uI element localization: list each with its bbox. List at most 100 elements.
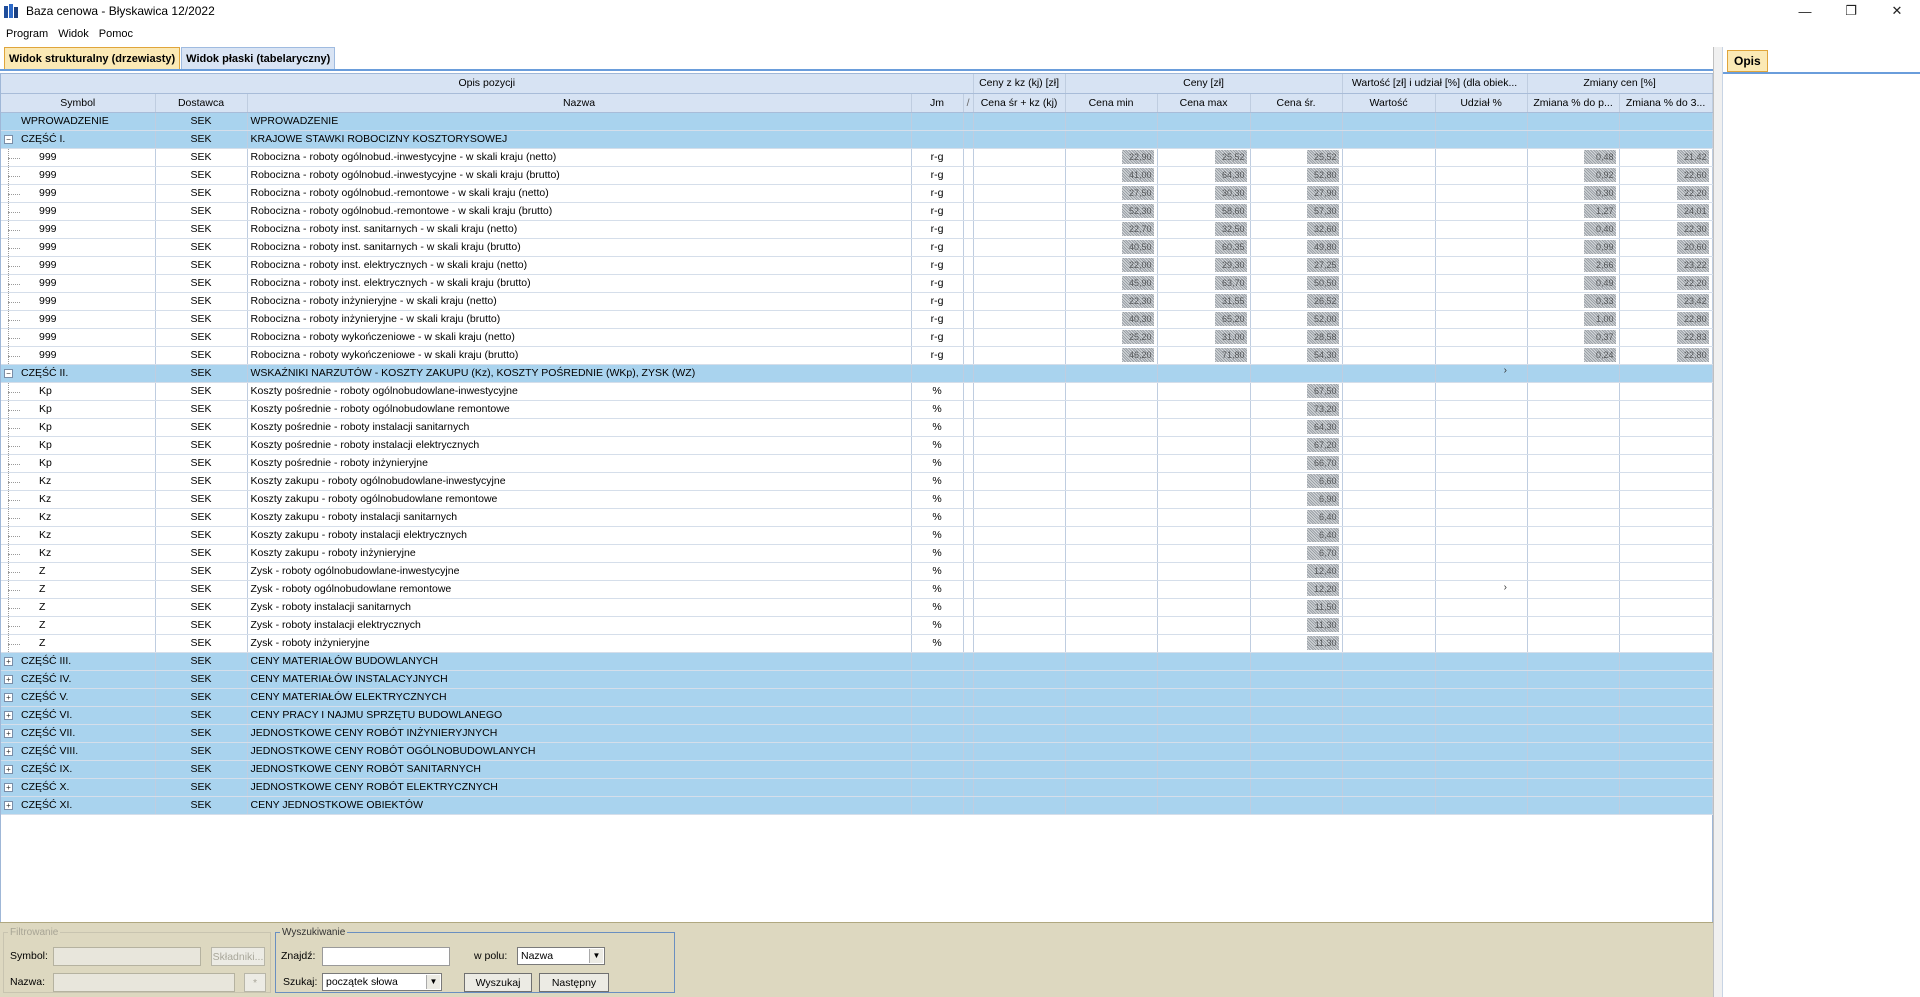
tab-opis[interactable]: Opis	[1727, 50, 1768, 72]
table-row[interactable]: Kz SEK Koszty zakupu - roboty instalacji s…	[1, 508, 1713, 527]
tab-tree-view[interactable]: Widok strukturalny (drzewiasty)	[4, 47, 181, 69]
scroll-right-arrow-icon[interactable]: ›	[1504, 365, 1507, 376]
table-row[interactable]: Kz SEK Koszty zakupu - roboty inżynieryjne…	[1, 544, 1713, 563]
col-sort-indicator[interactable]: /	[963, 93, 974, 113]
table-row[interactable]: Z SEK Zysk - roboty inżynieryjne% 11,30	[1, 634, 1713, 653]
collapse-icon[interactable]: −	[4, 368, 13, 378]
cell-cena-sr-kz	[973, 508, 1066, 527]
col-zmiana-2[interactable]: Zmiana % do 3...	[1619, 93, 1713, 113]
restore-button[interactable]: ❐	[1828, 0, 1874, 22]
group-row[interactable]: − CZĘŚĆ I. SEK KRAJOWE STAWKI ROBOCIZNY KOS…	[1, 130, 1713, 149]
cell-dostawca: SEK	[155, 418, 248, 437]
wyszukaj-button[interactable]: Wyszukaj	[464, 973, 532, 992]
group-row[interactable]: + CZĘŚĆ VIII. SEK JEDNOSTKOWE CENY ROBÓT OG…	[1, 742, 1713, 761]
symbol-text: Kz	[39, 511, 52, 523]
filter-nazwa-input[interactable]	[53, 973, 235, 992]
cell-wartosc	[1342, 166, 1436, 185]
expand-icon[interactable]: +	[4, 764, 13, 774]
col-cena-max[interactable]: Cena max	[1157, 93, 1251, 113]
table-row[interactable]: 999 SEK Robocizna - roboty ogólnobud.-inwe…	[1, 166, 1713, 185]
group-row[interactable]: + CZĘŚĆ VI. SEK CENY PRACY I NAJMU SPRZĘTU …	[1, 706, 1713, 725]
close-button[interactable]: ✕	[1874, 0, 1920, 22]
group-row[interactable]: + CZĘŚĆ X. SEK JEDNOSTKOWE CENY ROBÓT ELEKT…	[1, 778, 1713, 797]
cell-cena-min	[1065, 670, 1158, 689]
menu-pomoc[interactable]: Pomoc	[93, 28, 137, 40]
table-row[interactable]: Kz SEK Koszty zakupu - roboty ogólnobudowl…	[1, 472, 1713, 491]
search-field-select[interactable]: Nazwa ▼	[517, 947, 605, 965]
table-row[interactable]: 999 SEK Robocizna - roboty inst. sanitarny…	[1, 238, 1713, 257]
filter-nazwa-button[interactable]: *	[244, 973, 266, 992]
search-znajdz-input[interactable]	[322, 947, 450, 966]
col-jm[interactable]: Jm	[911, 93, 964, 113]
group-row[interactable]: WPROWADZENIE SEK WPROWADZENIE	[1, 112, 1713, 131]
table-row[interactable]: Kz SEK Koszty zakupu - roboty instalacji e…	[1, 526, 1713, 545]
filter-symbol-input[interactable]	[53, 947, 201, 966]
expand-icon[interactable]: +	[4, 800, 13, 810]
expand-icon[interactable]: +	[4, 782, 13, 792]
group-row[interactable]: + CZĘŚĆ VII. SEK JEDNOSTKOWE CENY ROBÓT INŻ…	[1, 724, 1713, 743]
expand-icon[interactable]: +	[4, 674, 13, 684]
cell-symbol: 999	[1, 148, 156, 167]
price-grid[interactable]: Opis pozycji Ceny z kz (kj) [zł] Ceny [z…	[0, 73, 1713, 923]
group-row[interactable]: + CZĘŚĆ XI. SEK CENY JEDNOSTKOWE OBIEKTÓW	[1, 796, 1713, 815]
table-row[interactable]: Kp SEK Koszty pośrednie - roboty inżyniery…	[1, 454, 1713, 473]
cell-zmiana-1	[1527, 742, 1620, 761]
collapse-icon[interactable]: −	[4, 134, 13, 144]
table-row[interactable]: Kz SEK Koszty zakupu - roboty ogólnobudowl…	[1, 490, 1713, 509]
table-row[interactable]: Kp SEK Koszty pośrednie - roboty ogólnobud…	[1, 382, 1713, 401]
group-row[interactable]: + CZĘŚĆ IV. SEK CENY MATERIAŁÓW INSTALACYJN…	[1, 670, 1713, 689]
symbol-text: Kp	[39, 457, 52, 469]
table-row[interactable]: 999 SEK Robocizna - roboty inżynieryjne - …	[1, 310, 1713, 329]
cell-cena-sr	[1250, 742, 1343, 761]
expand-icon[interactable]: +	[4, 728, 13, 738]
cell-jm: %	[911, 508, 964, 527]
table-row[interactable]: Z SEK Zysk - roboty instalacji elektryczny…	[1, 616, 1713, 635]
col-cena-sr-kz[interactable]: Cena śr + kz (kj)	[973, 93, 1066, 113]
table-row[interactable]: 999 SEK Robocizna - roboty inżynieryjne - …	[1, 292, 1713, 311]
menu-widok[interactable]: Widok	[52, 28, 93, 40]
cell-symbol: WPROWADZENIE	[1, 112, 156, 131]
table-row[interactable]: 999 SEK Robocizna - roboty wykończeniowe -…	[1, 328, 1713, 347]
table-row[interactable]: Kp SEK Koszty pośrednie - roboty instalacj…	[1, 418, 1713, 437]
expand-icon[interactable]: +	[4, 746, 13, 756]
expand-icon[interactable]: +	[4, 692, 13, 702]
table-row[interactable]: 999 SEK Robocizna - roboty ogólnobud.-remo…	[1, 202, 1713, 221]
table-row[interactable]: Z SEK Zysk - roboty instalacji sanitarnych…	[1, 598, 1713, 617]
col-nazwa[interactable]: Nazwa	[247, 93, 912, 113]
expand-icon[interactable]: +	[4, 710, 13, 720]
col-wartosc[interactable]: Wartość	[1342, 93, 1436, 113]
tab-flat-view[interactable]: Widok płaski (tabelaryczny)	[181, 47, 336, 69]
expand-icon[interactable]: +	[4, 656, 13, 666]
group-row[interactable]: − CZĘŚĆ II. SEK WSKAŹNIKI NARZUTÓW - KOSZTY…	[1, 364, 1713, 383]
table-row[interactable]: 999 SEK Robocizna - roboty inst. sanitarny…	[1, 220, 1713, 239]
col-dostawca[interactable]: Dostawca	[155, 93, 248, 113]
table-row[interactable]: Kp SEK Koszty pośrednie - roboty ogólnobud…	[1, 400, 1713, 419]
scroll-right-arrow-icon[interactable]: ›	[1504, 582, 1507, 593]
col-cena-sr[interactable]: Cena śr.	[1250, 93, 1343, 113]
group-row[interactable]: + CZĘŚĆ III. SEK CENY MATERIAŁÓW BUDOWLANYC…	[1, 652, 1713, 671]
table-row[interactable]: 999 SEK Robocizna - roboty wykończeniowe -…	[1, 346, 1713, 365]
cell-cena-sr	[1250, 760, 1343, 779]
menu-program[interactable]: Program	[0, 28, 52, 40]
table-row[interactable]: Z SEK Zysk - roboty ogólnobudowlane remont…	[1, 580, 1713, 599]
group-row[interactable]: + CZĘŚĆ IX. SEK JEDNOSTKOWE CENY ROBÓT SANI…	[1, 760, 1713, 779]
table-row[interactable]: Z SEK Zysk - roboty ogólnobudowlane-inwest…	[1, 562, 1713, 581]
table-row[interactable]: 999 SEK Robocizna - roboty inst. elektrycz…	[1, 274, 1713, 293]
cell-jm: %	[911, 580, 964, 599]
group-row[interactable]: + CZĘŚĆ V. SEK CENY MATERIAŁÓW ELEKTRYCZNYC…	[1, 688, 1713, 707]
col-cena-min[interactable]: Cena min	[1065, 93, 1158, 113]
table-row[interactable]: Kp SEK Koszty pośrednie - roboty instalacj…	[1, 436, 1713, 455]
col-udzial[interactable]: Udział %	[1435, 93, 1528, 113]
cell-sort-spacer	[963, 238, 974, 257]
search-mode-select[interactable]: początek słowa ▼	[322, 973, 442, 991]
table-row[interactable]: 999 SEK Robocizna - roboty ogólnobud.-remo…	[1, 184, 1713, 203]
col-symbol[interactable]: Symbol	[1, 93, 156, 113]
nastepny-button[interactable]: Następny	[539, 973, 609, 992]
table-row[interactable]: 999 SEK Robocizna - roboty ogólnobud.-inwe…	[1, 148, 1713, 167]
skladniki-button[interactable]: Składniki...	[211, 947, 265, 966]
col-zmiana-1[interactable]: Zmiana % do p...	[1527, 93, 1620, 113]
panel-splitter[interactable]	[1713, 47, 1722, 997]
table-row[interactable]: 999 SEK Robocizna - roboty inst. elektrycz…	[1, 256, 1713, 275]
minimize-button[interactable]: —	[1782, 0, 1828, 22]
cell-symbol: Kz	[1, 490, 156, 509]
